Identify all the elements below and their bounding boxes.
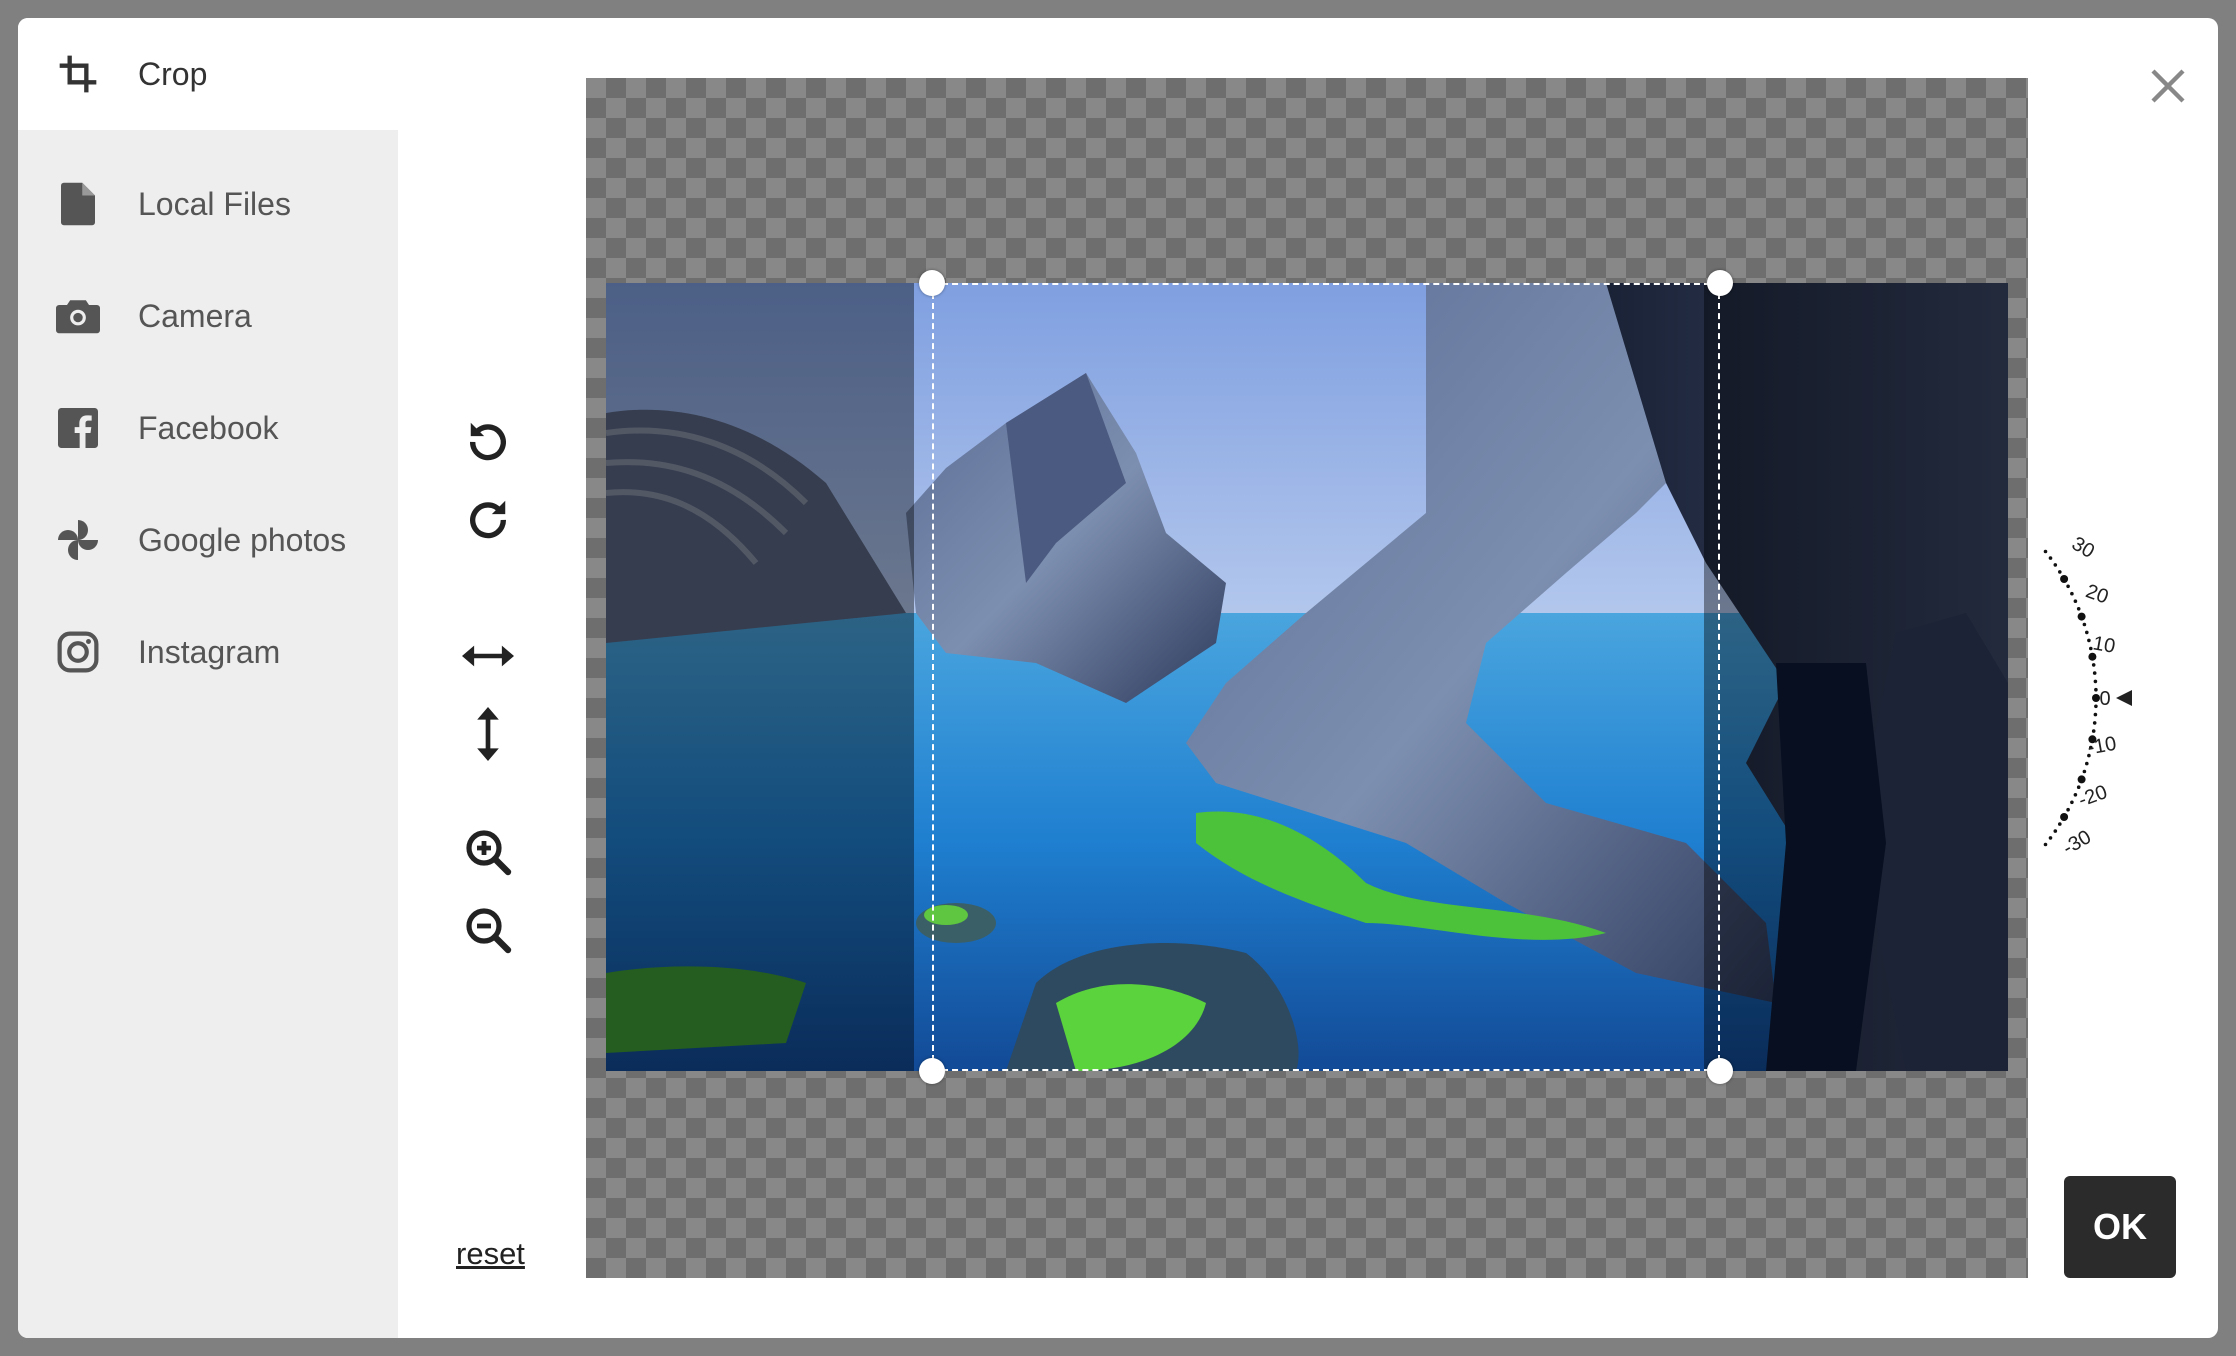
flip-vertical-icon bbox=[473, 706, 503, 766]
dial-tick bbox=[2076, 607, 2081, 611]
dial-tick bbox=[2085, 761, 2089, 766]
dial-tick bbox=[2093, 712, 2098, 717]
sidebar-item-google-photos[interactable]: Google photos bbox=[18, 484, 398, 596]
zoom-out-button[interactable] bbox=[458, 902, 518, 962]
sidebar-item-label: Local Files bbox=[138, 185, 291, 222]
google-photos-icon bbox=[54, 516, 102, 564]
rotation-pointer-icon bbox=[2116, 690, 2132, 706]
crop-handle-top-left[interactable] bbox=[919, 270, 945, 296]
crop-icon bbox=[54, 50, 102, 98]
close-button[interactable] bbox=[2136, 56, 2200, 120]
crop-mask-right bbox=[1704, 283, 2008, 1071]
zoom-in-icon bbox=[464, 828, 512, 881]
dial-tick bbox=[2082, 622, 2087, 627]
crop-selection[interactable] bbox=[932, 283, 1720, 1071]
dial-tick bbox=[2092, 721, 2097, 725]
crop-stage[interactable] bbox=[586, 78, 2028, 1278]
dial-tick bbox=[2058, 570, 2062, 574]
sidebar-item-label: Instagram bbox=[138, 633, 281, 670]
sidebar-item-local-files[interactable]: Local Files bbox=[18, 148, 398, 260]
crop-handle-top-right[interactable] bbox=[1707, 270, 1733, 296]
dial-tick bbox=[2077, 775, 2086, 784]
dial-tick bbox=[2094, 687, 2098, 692]
camera-icon bbox=[54, 292, 102, 340]
rotate-right-button[interactable] bbox=[458, 490, 518, 550]
crop-handle-bottom-right[interactable] bbox=[1707, 1058, 1733, 1084]
dial-tick bbox=[2048, 836, 2053, 840]
zoom-out-icon bbox=[464, 906, 512, 959]
sidebar-item-instagram[interactable]: Instagram bbox=[18, 596, 398, 708]
dial-label: 30 bbox=[2068, 533, 2098, 563]
dial-tick bbox=[2093, 679, 2098, 684]
ok-button[interactable]: OK bbox=[2064, 1176, 2176, 1278]
sidebar-item-facebook[interactable]: Facebook bbox=[18, 372, 398, 484]
dial-tick bbox=[2091, 729, 2096, 733]
dial-tick bbox=[2053, 829, 2058, 833]
dial-tick bbox=[2060, 575, 2069, 583]
zoom-in-button[interactable] bbox=[458, 824, 518, 884]
sidebar-item-camera[interactable]: Camera bbox=[18, 260, 398, 372]
dial-tick bbox=[2094, 704, 2098, 709]
dial-tick bbox=[2043, 549, 2048, 554]
dial-tick bbox=[2085, 630, 2089, 635]
dial-tick bbox=[2066, 807, 2070, 812]
crop-dialog: Crop Local Files Camera Facebook Google … bbox=[18, 18, 2218, 1338]
dial-label: -30 bbox=[2059, 826, 2095, 860]
file-icon bbox=[54, 180, 102, 228]
sidebar-item-label: Camera bbox=[138, 297, 252, 334]
crop-mask-left bbox=[606, 283, 914, 1071]
dial-tick bbox=[2082, 769, 2087, 774]
dial-label: -20 bbox=[2076, 781, 2111, 812]
rotate-left-icon bbox=[465, 417, 511, 468]
instagram-icon bbox=[54, 628, 102, 676]
crop-handle-bottom-left[interactable] bbox=[919, 1058, 945, 1084]
dial-tick bbox=[2058, 822, 2062, 826]
rotate-right-icon bbox=[465, 495, 511, 546]
dial-label: 0 bbox=[2099, 688, 2110, 710]
sidebar: Crop Local Files Camera Facebook Google … bbox=[18, 18, 398, 1338]
flip-horizontal-button[interactable] bbox=[458, 628, 518, 688]
dial-tick bbox=[2092, 671, 2097, 675]
rotation-dial[interactable]: 30 20 10 0 -10 -20 -30 bbox=[2028, 488, 2148, 908]
dial-tick bbox=[2073, 599, 2078, 603]
dial-tick bbox=[2060, 813, 2069, 821]
sidebar-item-label: Google photos bbox=[138, 521, 347, 558]
dial-label: 20 bbox=[2083, 580, 2111, 608]
dial-label: -10 bbox=[2086, 733, 2118, 760]
sidebar-item-label: Facebook bbox=[138, 409, 279, 446]
dial-tick bbox=[2091, 663, 2096, 667]
reset-link[interactable]: reset bbox=[456, 1236, 525, 1272]
dial-tick bbox=[2070, 800, 2074, 805]
flip-vertical-button[interactable] bbox=[458, 706, 518, 766]
dial-tick bbox=[2043, 842, 2048, 847]
dial-tick bbox=[2066, 584, 2070, 589]
dial-tick bbox=[2053, 563, 2058, 567]
dial-label: 10 bbox=[2091, 632, 2117, 658]
dial-tick bbox=[2077, 612, 2086, 621]
sidebar-item-label: Crop bbox=[138, 55, 208, 92]
facebook-icon bbox=[54, 404, 102, 452]
dial-tick bbox=[2070, 591, 2074, 596]
flip-horizontal-icon bbox=[462, 641, 514, 676]
dial-tick bbox=[2048, 556, 2053, 560]
dial-tick bbox=[2087, 638, 2091, 643]
sidebar-item-crop[interactable]: Crop bbox=[18, 18, 398, 130]
close-icon bbox=[2148, 66, 2188, 111]
rotate-left-button[interactable] bbox=[458, 412, 518, 472]
